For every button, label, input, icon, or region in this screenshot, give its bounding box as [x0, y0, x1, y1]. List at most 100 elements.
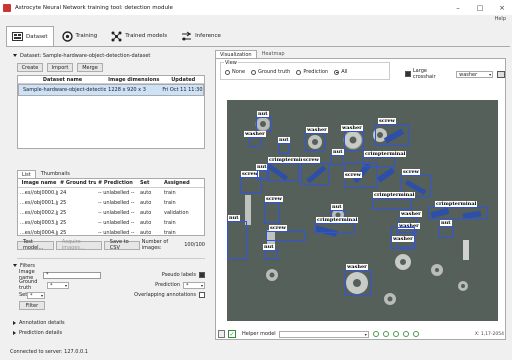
- save-csv-button[interactable]: Save to CSV: [103, 239, 140, 251]
- col-updated[interactable]: Updated: [160, 76, 204, 83]
- ground-truth-value: *: [50, 282, 53, 289]
- tab-inference[interactable]: Inference: [175, 26, 227, 46]
- detection-label: nut: [440, 220, 452, 226]
- import-button[interactable]: Import: [47, 63, 73, 72]
- view-all-option[interactable]: All: [334, 69, 347, 75]
- merge-button[interactable]: Merge: [77, 63, 103, 72]
- zoom-out-icon[interactable]: [382, 331, 389, 337]
- zoom-fit-icon[interactable]: [392, 331, 399, 337]
- detection-label: screw: [378, 118, 396, 124]
- crosshair-color-select[interactable]: washer ▾: [456, 70, 494, 78]
- detection-box: washer: [305, 127, 328, 151]
- minimize-button[interactable]: –: [448, 0, 468, 15]
- table-row[interactable]: ...es//obj0001.jpg 25 -- unlabelled -- a…: [18, 198, 204, 208]
- checkbox-icon[interactable]: ✓: [228, 330, 236, 338]
- crosshair-checkbox[interactable]: [405, 71, 411, 77]
- close-button[interactable]: ×: [492, 0, 512, 15]
- test-model-button[interactable]: Test model...: [17, 239, 54, 251]
- filters-panel: Image name * Pseudo labels Ground truth …: [19, 269, 205, 310]
- filter-gt-row: Ground truth * ▾ Prediction * ▾: [19, 279, 205, 291]
- detection-label: nut: [278, 137, 290, 143]
- detection-box: nut: [263, 244, 278, 260]
- view-none-option[interactable]: None: [225, 69, 245, 75]
- acquire-images-button[interactable]: Acquire images...: [55, 239, 102, 251]
- expand-icon: [13, 320, 16, 325]
- tab-visualization[interactable]: Visualization: [215, 50, 257, 58]
- image-name-cell: ...es//obj0002.jpg: [20, 210, 58, 216]
- filter-button[interactable]: Filter: [19, 301, 45, 310]
- view-ground-truth-option[interactable]: Ground truth: [251, 69, 290, 75]
- helper-model-label: Helper model: [242, 331, 276, 337]
- detection-box: nut: [256, 111, 271, 132]
- tab-trained-models[interactable]: Trained models: [105, 26, 173, 46]
- detection-label: crimpterminal: [316, 217, 359, 223]
- ground-truth-label: Ground truth: [19, 279, 38, 291]
- col-image-name[interactable]: Image name: [18, 180, 58, 186]
- detection-label: screw: [344, 172, 362, 178]
- image-name-input[interactable]: *: [43, 271, 101, 279]
- dataset-section-header[interactable]: Dataset: Sample-hardware-object-detectio…: [10, 51, 210, 60]
- detection-box: screw: [344, 163, 377, 188]
- tab-training[interactable]: Training: [56, 26, 104, 46]
- col-set[interactable]: Set: [138, 180, 162, 186]
- prediction-details-header[interactable]: Prediction details: [10, 328, 210, 337]
- overlapping-checkbox[interactable]: [199, 292, 205, 298]
- list-tabs: List Thumbnails: [17, 170, 210, 178]
- gt-count-cell: 25: [60, 210, 67, 216]
- trained-models-icon: [111, 31, 122, 42]
- gt-count-cell: 25: [60, 220, 67, 226]
- zoom-actual-icon[interactable]: [412, 331, 419, 337]
- tab-list[interactable]: List: [17, 170, 36, 178]
- set-select[interactable]: * ▾: [27, 291, 45, 299]
- col-dataset-name[interactable]: Dataset name: [18, 76, 105, 83]
- radio-icon: [334, 69, 340, 75]
- col-assigned[interactable]: Assigned: [162, 180, 198, 186]
- zoom-in-icon[interactable]: [372, 331, 379, 337]
- col-image-dimensions[interactable]: Image dimensions: [105, 76, 160, 83]
- image-canvas[interactable]: nut washer washer screw washer nut screw…: [227, 100, 498, 321]
- inference-icon: [181, 31, 192, 42]
- left-panel: Dataset: Sample-hardware-object-detectio…: [10, 51, 210, 341]
- filter-set-row: Set * ▾ Overlapping annotations: [19, 290, 205, 300]
- prediction-cell: -- unlabelled --: [98, 190, 135, 196]
- tab-thumbnails[interactable]: Thumbnails: [36, 170, 75, 178]
- palette-icon[interactable]: [497, 70, 505, 78]
- help-link[interactable]: Help: [495, 16, 506, 22]
- dataset-toolbar: Create Import Merge: [17, 63, 210, 72]
- tab-heatmap[interactable]: Heatmap: [257, 50, 290, 58]
- document-icon[interactable]: [218, 330, 225, 338]
- dataset-row[interactable]: Sample-hardware-object-detection-dataset…: [18, 84, 204, 96]
- detection-label: screw: [265, 196, 283, 202]
- detection-box: crimpterminal: [372, 192, 416, 210]
- table-row[interactable]: ...es//obj0002.jpg 25 -- unlabelled -- a…: [18, 208, 204, 218]
- maximize-button[interactable]: □: [470, 0, 490, 15]
- detection-label: nut: [256, 164, 268, 170]
- tab-trained-models-label: Trained models: [125, 33, 168, 39]
- tab-dataset-label: Dataset: [26, 33, 48, 40]
- training-icon: [61, 30, 73, 42]
- expand-icon: [13, 330, 16, 335]
- view-ground-truth-label: Ground truth: [258, 69, 291, 75]
- annotation-details-label: Annotation details: [19, 319, 65, 326]
- window-title: Astrocyte Neural Network training tool: …: [15, 4, 173, 11]
- set-value: *: [30, 292, 33, 299]
- table-row[interactable]: ...es//obj0003.jpg 25 -- unlabelled -- a…: [18, 218, 204, 228]
- annotation-details-header[interactable]: Annotation details: [10, 318, 210, 327]
- tab-dataset[interactable]: Dataset: [6, 26, 54, 46]
- assigned-cell: train: [164, 220, 176, 226]
- prediction-cell: -- unlabelled --: [98, 230, 135, 236]
- helper-model-select[interactable]: ▾: [278, 330, 369, 338]
- table-row[interactable]: ...es//obj0000.jpg 24 -- unlabelled -- a…: [18, 188, 204, 198]
- col-ground-truth[interactable]: # Ground truth: [58, 180, 96, 186]
- detection-box: screw: [375, 118, 409, 146]
- prediction-select[interactable]: * ▾: [183, 281, 205, 289]
- create-button[interactable]: Create: [17, 63, 43, 72]
- pseudo-labels-checkbox[interactable]: [199, 272, 205, 278]
- ground-truth-select[interactable]: * ▾: [47, 281, 69, 289]
- col-prediction[interactable]: # Prediction: [96, 180, 138, 186]
- zoom-reset-icon[interactable]: [402, 331, 409, 337]
- table-row[interactable]: ...es//obj0004.jpg 25 -- unlabelled -- a…: [18, 228, 204, 236]
- dataset-updated-cell: Fri Oct 11 11:30:17 2024: [162, 87, 203, 93]
- list-toolbar: Test model... Acquire images... Save to …: [17, 239, 205, 251]
- view-prediction-option[interactable]: Prediction: [296, 69, 328, 75]
